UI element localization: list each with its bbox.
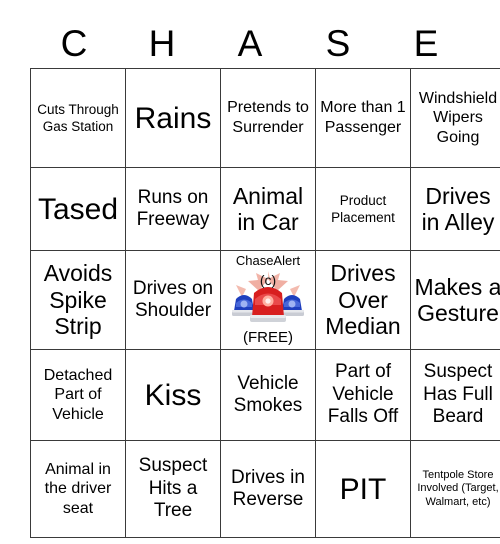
- bingo-cell-s1[interactable]: More than 1 Passenger: [315, 68, 411, 168]
- bingo-grid: Cuts Through Gas Station Rains Pretends …: [30, 68, 500, 538]
- bingo-cell-free-space[interactable]: ChaseAlert (c) (FREE): [220, 250, 316, 350]
- bingo-cell-text: More than 1 Passenger: [320, 99, 406, 136]
- header-letter-c: C: [60, 22, 88, 64]
- bingo-cell-text: Tentpole Store Involved (Target, Walmart…: [417, 468, 499, 508]
- bingo-cell-c5[interactable]: Animal in the driver seat: [30, 440, 126, 538]
- bingo-cell-text: Kiss: [144, 378, 202, 412]
- bingo-row: Tased Runs on Freeway Animal in Car Prod…: [30, 167, 500, 251]
- bingo-cell-a1[interactable]: Pretends to Surrender: [220, 68, 316, 168]
- bingo-cell-h2[interactable]: Runs on Freeway: [125, 167, 221, 251]
- bingo-cell-text: Vehicle Smokes: [233, 372, 303, 416]
- bingo-cell-h3[interactable]: Drives on Shoulder: [125, 250, 221, 350]
- bingo-cell-text: Animal in Car: [232, 182, 304, 235]
- bingo-cell-text: Drives in Reverse: [231, 466, 305, 510]
- bingo-cell-a4[interactable]: Vehicle Smokes: [220, 349, 316, 441]
- free-space-content: ChaseAlert (c) (FREE): [221, 251, 315, 349]
- free-space-copyright: (c): [259, 272, 277, 288]
- bingo-cell-text: Tased: [37, 192, 119, 226]
- bingo-cell-text: Windshield Wipers Going: [418, 89, 498, 146]
- header-letter-a: A: [237, 22, 263, 64]
- bingo-cell-e1[interactable]: Windshield Wipers Going: [410, 68, 500, 168]
- bingo-cell-e5[interactable]: Tentpole Store Involved (Target, Walmart…: [410, 440, 500, 538]
- bingo-row: Animal in the driver seat Suspect Hits a…: [30, 440, 500, 538]
- bingo-row: Detached Part of Vehicle Kiss Vehicle Sm…: [30, 349, 500, 441]
- bingo-cell-text: Makes a Gesture: [414, 273, 500, 326]
- bingo-cell-text: Rains: [134, 101, 212, 135]
- bingo-cell-text: Part of Vehicle Falls Off: [327, 361, 399, 428]
- bingo-cell-h1[interactable]: Rains: [125, 68, 221, 168]
- free-space-label: (FREE): [243, 329, 293, 346]
- bingo-header-letters: C H A S E: [30, 18, 470, 68]
- bingo-row: Cuts Through Gas Station Rains Pretends …: [30, 68, 500, 168]
- bingo-cell-text: Drives in Alley: [421, 182, 495, 235]
- bingo-cell-text: Animal in the driver seat: [44, 460, 112, 517]
- bingo-cell-text: Product Placement: [331, 193, 395, 225]
- header-letter-s: S: [325, 22, 351, 64]
- bingo-cell-c4[interactable]: Detached Part of Vehicle: [30, 349, 126, 441]
- header-letter-e: E: [413, 22, 439, 64]
- bingo-cell-text: PIT: [339, 472, 387, 506]
- bingo-cell-s3[interactable]: Drives Over Median: [315, 250, 411, 350]
- bingo-cell-h5[interactable]: Suspect Hits a Tree: [125, 440, 221, 538]
- bingo-row: Avoids Spike Strip Drives on Shoulder Ch…: [30, 250, 500, 350]
- bingo-cell-a2[interactable]: Animal in Car: [220, 167, 316, 251]
- bingo-cell-text: Drives Over Median: [325, 260, 401, 340]
- bingo-cell-text: Avoids Spike Strip: [43, 260, 113, 340]
- bingo-cell-text: Suspect Hits a Tree: [138, 455, 208, 522]
- bingo-cell-a5[interactable]: Drives in Reverse: [220, 440, 316, 538]
- bingo-cell-e4[interactable]: Suspect Has Full Beard: [410, 349, 500, 441]
- bingo-cell-h4[interactable]: Kiss: [125, 349, 221, 441]
- bingo-cell-text: Runs on Freeway: [136, 186, 210, 230]
- bingo-cell-e3[interactable]: Makes a Gesture: [410, 250, 500, 350]
- bingo-cell-e2[interactable]: Drives in Alley: [410, 167, 500, 251]
- bingo-card: C H A S E Cuts Through Gas Station Rains…: [30, 18, 500, 538]
- bingo-cell-s5[interactable]: PIT: [315, 440, 411, 538]
- bingo-cell-c3[interactable]: Avoids Spike Strip: [30, 250, 126, 350]
- bingo-cell-text: Cuts Through Gas Station: [37, 102, 119, 134]
- bingo-cell-s4[interactable]: Part of Vehicle Falls Off: [315, 349, 411, 441]
- bingo-cell-s2[interactable]: Product Placement: [315, 167, 411, 251]
- header-letter-h: H: [148, 22, 176, 64]
- free-space-title: ChaseAlert: [235, 253, 301, 268]
- bingo-cell-text: Suspect Has Full Beard: [423, 361, 493, 428]
- bingo-cell-c1[interactable]: Cuts Through Gas Station: [30, 68, 126, 168]
- bingo-cell-text: Pretends to Surrender: [227, 99, 309, 136]
- bingo-cell-c2[interactable]: Tased: [30, 167, 126, 251]
- bingo-cell-text: Drives on Shoulder: [132, 277, 214, 321]
- bingo-cell-text: Detached Part of Vehicle: [43, 366, 113, 423]
